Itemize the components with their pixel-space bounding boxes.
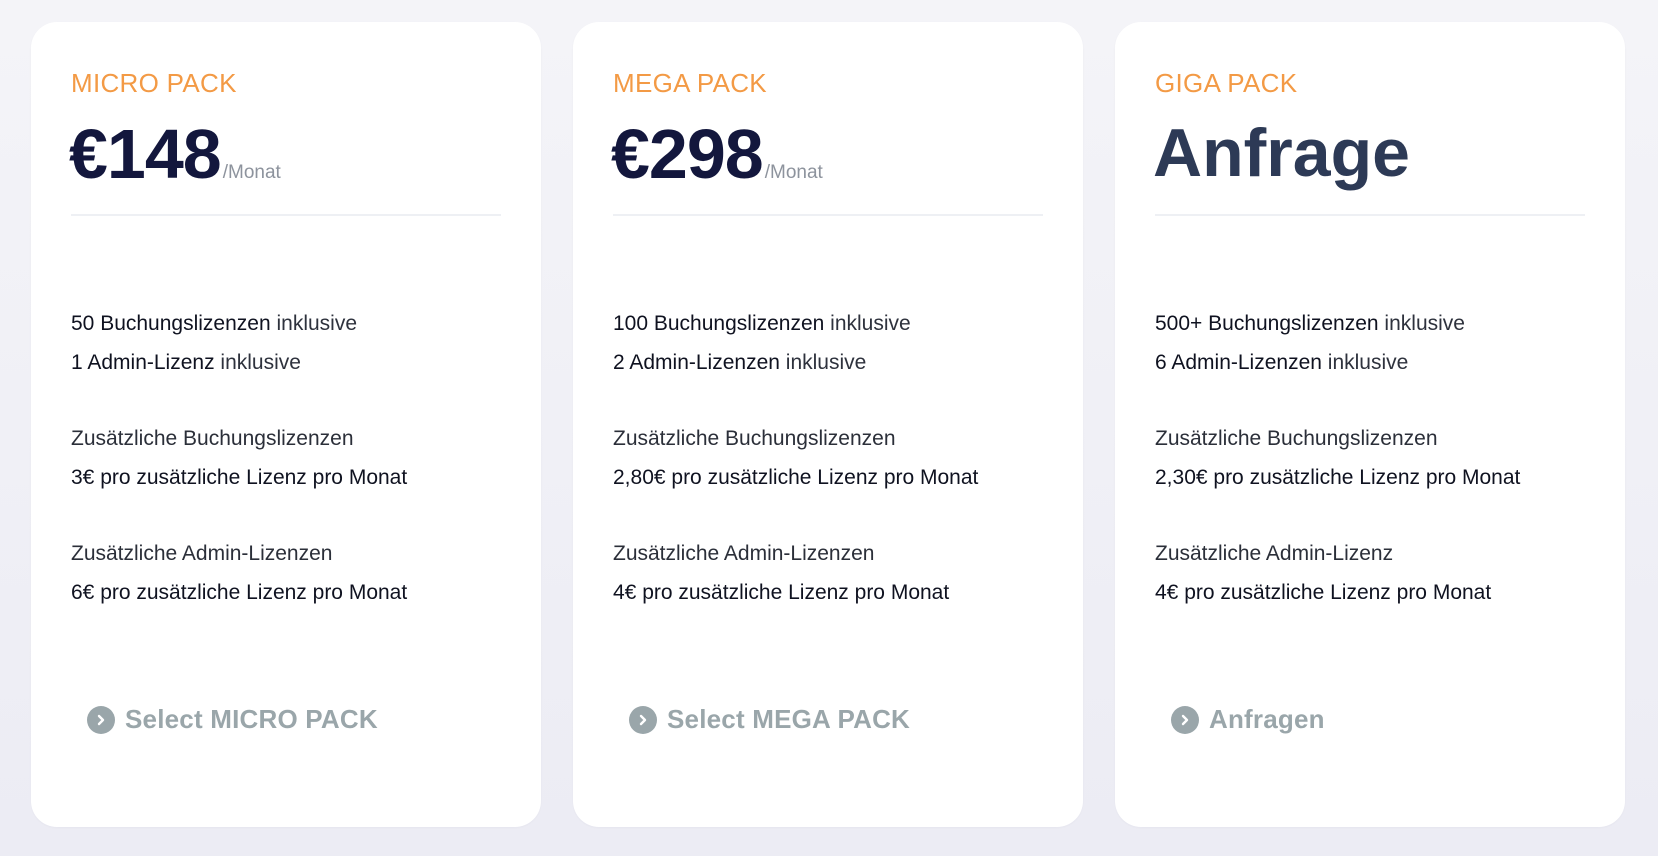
- divider: [1155, 214, 1585, 216]
- price-row: €298 /Monat: [611, 114, 823, 194]
- included-label: inklusive: [1321, 351, 1409, 374]
- extra-booking-price: 3€ pro zusätzliche Lizenz pro Monat: [71, 466, 408, 489]
- pack-name: MEGA PACK: [613, 68, 767, 98]
- extra-admin-price: 6€ pro zusätzliche Lizenz pro Monat: [71, 581, 408, 604]
- price-row: €148 /Monat: [69, 114, 281, 194]
- booking-licenses-included: 100 Buchungslizenzen inklusive: [613, 304, 978, 343]
- extra-admin-price: 4€ pro zusätzliche Lizenz pro Monat: [1155, 581, 1492, 604]
- admin-licenses-included: 2 Admin-Lizenzen inklusive: [613, 343, 978, 382]
- select-button-label: Select MEGA PACK: [667, 704, 911, 734]
- extra-booking-label: Zusätzliche Buchungslizenzen: [1155, 427, 1438, 450]
- request-giga-pack-button[interactable]: Anfragen: [1171, 704, 1325, 735]
- included-label: inklusive: [779, 351, 867, 374]
- chevron-right-circle-icon: [629, 705, 657, 734]
- pack-name: GIGA PACK: [1155, 68, 1298, 98]
- included-label: inklusive: [270, 312, 358, 335]
- price-on-request: Anfrage: [1153, 115, 1410, 191]
- admin-licenses-count: 2 Admin-Lizenzen: [613, 351, 780, 374]
- feature-list: 100 Buchungslizenzen inklusive 2 Admin-L…: [613, 304, 978, 612]
- booking-licenses-included: 500+ Buchungslizenzen inklusive: [1155, 304, 1520, 343]
- chevron-right-circle-icon: [1171, 705, 1199, 734]
- extra-booking-group: Zusätzliche Buchungslizenzen 2,80€ pro z…: [613, 419, 978, 497]
- booking-licenses-count: 100 Buchungslizenzen: [613, 312, 825, 335]
- admin-licenses-count: 1 Admin-Lizenz: [71, 351, 215, 374]
- admin-licenses-count: 6 Admin-Lizenzen: [1155, 351, 1322, 374]
- pricing-card-micro: MICRO PACK €148 /Monat 50 Buchungslizenz…: [31, 22, 541, 827]
- divider: [613, 214, 1043, 216]
- booking-licenses-included: 50 Buchungslizenzen inklusive: [71, 304, 407, 343]
- extra-admin-group: Zusätzliche Admin-Lizenzen 6€ pro zusätz…: [71, 534, 407, 612]
- extra-admin-label: Zusätzliche Admin-Lizenzen: [613, 542, 875, 565]
- extra-booking-price: 2,30€ pro zusätzliche Lizenz pro Monat: [1155, 466, 1521, 489]
- extra-booking-price: 2,80€ pro zusätzliche Lizenz pro Monat: [613, 466, 979, 489]
- booking-licenses-count: 50 Buchungslizenzen: [71, 312, 271, 335]
- extra-booking-label: Zusätzliche Buchungslizenzen: [71, 427, 354, 450]
- extra-admin-group: Zusätzliche Admin-Lizenzen 4€ pro zusätz…: [613, 534, 978, 612]
- extra-admin-price: 4€ pro zusätzliche Lizenz pro Monat: [613, 581, 950, 604]
- feature-list: 50 Buchungslizenzen inklusive 1 Admin-Li…: [71, 304, 407, 612]
- request-button-label: Anfragen: [1209, 704, 1325, 734]
- price: €148: [69, 115, 222, 193]
- feature-list: 500+ Buchungslizenzen inklusive 6 Admin-…: [1155, 304, 1520, 612]
- extra-admin-label: Zusätzliche Admin-Lizenzen: [71, 542, 333, 565]
- price-row: Anfrage: [1153, 114, 1410, 192]
- included-label: inklusive: [1378, 312, 1465, 335]
- price-period: /Monat: [222, 162, 281, 183]
- select-micro-pack-button[interactable]: Select MICRO PACK: [87, 704, 378, 735]
- divider: [71, 214, 501, 216]
- pricing-cards: MICRO PACK €148 /Monat 50 Buchungslizenz…: [31, 22, 1625, 827]
- pack-name: MICRO PACK: [71, 68, 237, 98]
- included-label: inklusive: [824, 312, 911, 335]
- pricing-card-mega: MEGA PACK €298 /Monat 100 Buchungslizenz…: [573, 22, 1083, 827]
- price-period: /Monat: [764, 162, 823, 183]
- select-button-label: Select MICRO PACK: [125, 704, 378, 734]
- pricing-card-giga: GIGA PACK Anfrage 500+ Buchungslizenzen …: [1115, 22, 1625, 827]
- select-mega-pack-button[interactable]: Select MEGA PACK: [629, 704, 910, 735]
- price: €298: [611, 115, 764, 193]
- extra-booking-group: Zusätzliche Buchungslizenzen 3€ pro zusä…: [71, 419, 407, 497]
- extra-booking-label: Zusätzliche Buchungslizenzen: [613, 427, 896, 450]
- booking-licenses-count: 500+ Buchungslizenzen: [1155, 312, 1379, 335]
- admin-licenses-included: 6 Admin-Lizenzen inklusive: [1155, 343, 1520, 382]
- included-label: inklusive: [214, 351, 301, 374]
- extra-admin-group: Zusätzliche Admin-Lizenz 4€ pro zusätzli…: [1155, 534, 1520, 612]
- chevron-right-circle-icon: [87, 705, 115, 734]
- admin-licenses-included: 1 Admin-Lizenz inklusive: [71, 343, 407, 382]
- extra-admin-label: Zusätzliche Admin-Lizenz: [1155, 542, 1394, 565]
- extra-booking-group: Zusätzliche Buchungslizenzen 2,30€ pro z…: [1155, 419, 1520, 497]
